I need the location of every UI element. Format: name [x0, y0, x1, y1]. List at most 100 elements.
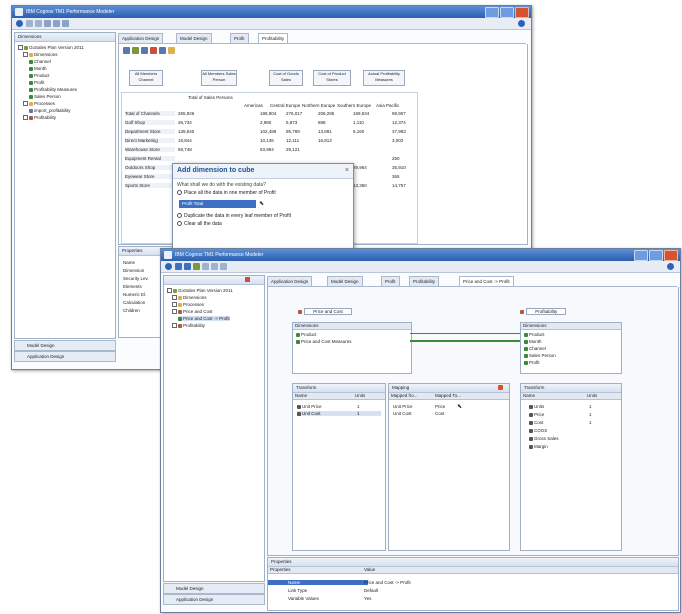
grid-row-label[interactable]: Direct Marketing [125, 138, 175, 143]
prop-row-name[interactable]: Name [123, 260, 135, 265]
prop-row-security[interactable]: Security Lev. [123, 276, 149, 281]
target-dim-profit[interactable]: Profit [524, 360, 540, 365]
grid-cell[interactable]: 1,110 [353, 120, 364, 125]
grid-cell[interactable]: 250 [392, 156, 400, 161]
forward-icon[interactable] [35, 20, 42, 27]
export-icon[interactable] [168, 47, 175, 54]
tree-item-processes[interactable]: Processes [23, 101, 55, 107]
tree-item-month[interactable]: Month [29, 66, 47, 71]
tree-item-processes[interactable]: Processes [172, 302, 204, 308]
front-bottom-tab-model-design[interactable]: Model Design [163, 583, 265, 594]
delete-mapping-icon[interactable] [498, 385, 503, 390]
grid-cell[interactable]: 95,789 [286, 129, 300, 134]
minimize-button[interactable] [634, 250, 648, 261]
tree-item-root[interactable]: GoSales Plan Version 2011 [18, 45, 84, 51]
grid-cell[interactable]: 29,121 [286, 147, 300, 152]
source-row-unit-cost[interactable]: Unit Cost 1 [297, 411, 381, 416]
home-icon[interactable] [165, 263, 172, 270]
grid-row-label[interactable]: Equipment Rental [125, 156, 175, 161]
prop-row-calculation[interactable]: Calculation [123, 300, 145, 305]
grid-row-label[interactable]: Eyewear Store [125, 174, 175, 179]
grid-cell[interactable]: 102,489 [260, 129, 276, 134]
grid-cell[interactable]: 888 [318, 120, 326, 125]
grid-cell[interactable]: 276,017 [286, 111, 302, 116]
member-select[interactable]: Profit Total ⬉ [179, 200, 264, 208]
format-icon[interactable] [123, 47, 130, 54]
tree-item-import-profitability[interactable]: import_profitability [29, 108, 71, 113]
tree-item-link[interactable]: Price and Cost -> Profit [178, 316, 230, 321]
grid-cell[interactable]: 16,813 [318, 138, 332, 143]
tree-item-product[interactable]: Product [29, 73, 50, 78]
front-prop-row-variable[interactable]: Variable Values Yes [288, 596, 371, 601]
dim-button-cost-goods[interactable]: Cost of Goods Sales [269, 70, 303, 86]
save-all-icon[interactable] [184, 263, 191, 270]
tree-item-profitability-measures[interactable]: Profitability Measures [29, 87, 77, 92]
grid-cell[interactable]: 35,910 [392, 165, 406, 170]
back-bottom-tab-application-design[interactable]: Application Design [14, 351, 116, 362]
tree-item-sales-person[interactable]: Sales Person [29, 94, 61, 99]
settings-icon[interactable] [62, 20, 69, 27]
calc-icon[interactable] [141, 47, 148, 54]
grid-cell[interactable]: 98,907 [392, 111, 406, 116]
grid-cell[interactable]: 208,285 [318, 111, 334, 116]
target-transform-row[interactable]: Units 1 [529, 404, 592, 409]
grid-cell[interactable]: 169,534 [353, 111, 369, 116]
grid-row-label[interactable]: Warehouse Store [125, 147, 175, 152]
grid-cell[interactable]: 12,111 [286, 138, 299, 143]
tree-item-channel[interactable]: Channel [29, 59, 51, 64]
grid-cell[interactable]: 13,360 [353, 183, 367, 188]
tree-item-profitability-cube[interactable]: Profitability [23, 115, 56, 121]
filter-icon[interactable] [132, 47, 139, 54]
grid-cell[interactable]: 29,964 [353, 165, 367, 170]
grid-cell[interactable]: 6,160 [353, 129, 364, 134]
refresh-icon[interactable] [193, 263, 200, 270]
tab-profitability[interactable]: Profitability [258, 33, 289, 43]
target-dim-sales-person[interactable]: Sales Person [524, 353, 556, 358]
dim-button-profitability-measures[interactable]: Actual Profitability Measures [363, 70, 405, 86]
grid-cell[interactable]: 265,926 [178, 111, 194, 116]
grid-cell[interactable]: 365 [392, 174, 400, 179]
forward-icon[interactable] [211, 263, 218, 270]
help-icon[interactable] [667, 263, 674, 270]
grid-cell[interactable]: 10,136 [260, 138, 274, 143]
settings-icon[interactable] [220, 263, 227, 270]
grid-row-label[interactable]: Sports Store [125, 183, 175, 188]
prop-row-numeric[interactable]: Numeric El. [123, 292, 146, 297]
grid-row-label[interactable]: Golf Shop [125, 120, 175, 125]
grid-cell[interactable]: 139,640 [178, 129, 194, 134]
tab-link[interactable]: Price and Cost -> Profit [459, 276, 514, 286]
target-dim-product[interactable]: Product [524, 332, 545, 337]
option-clear-data[interactable]: Clear all the data [177, 221, 222, 227]
mapping-row-2[interactable]: Unit Cost Cost [393, 411, 444, 416]
tab-profitability[interactable]: Profitability [409, 276, 440, 286]
grid-cell[interactable]: 16,844 [178, 138, 192, 143]
front-prop-row-link-type[interactable]: Link Type Default [288, 588, 378, 593]
target-transform-row[interactable]: Gross Sales [529, 436, 559, 441]
tab-profit[interactable]: Profit [230, 33, 249, 43]
grid-row-label[interactable]: Total of Channels [125, 111, 175, 116]
back-icon[interactable] [26, 20, 33, 27]
tree-item-profitability[interactable]: Profitability [172, 323, 205, 329]
grid-cell[interactable]: 3,002 [392, 138, 403, 143]
grid-cell[interactable]: 2,980 [260, 120, 271, 125]
tree-item-dimensions[interactable]: Dimensions [172, 295, 207, 301]
source-dim-product[interactable]: Product [296, 332, 317, 337]
tab-application-design[interactable]: Application Design [118, 33, 164, 43]
prop-row-children[interactable]: Children [123, 308, 140, 313]
grid-cell[interactable]: 26,734 [178, 120, 192, 125]
dim-button-channel[interactable]: All Members Channel [129, 70, 163, 86]
target-transform-row[interactable]: Margin [529, 444, 548, 449]
chart-icon[interactable] [150, 47, 157, 54]
grid-cell[interactable]: 13,891 [318, 129, 332, 134]
tree-item-profit[interactable]: Profit [29, 80, 45, 85]
collapse-icon[interactable] [245, 277, 250, 282]
tree-item-price-and-cost[interactable]: Price and Cost [172, 309, 213, 315]
grid-cell[interactable]: 37,983 [392, 129, 406, 134]
grid-cell[interactable]: 58,748 [178, 147, 192, 152]
dialog-close-icon[interactable]: × [345, 167, 349, 174]
help-icon[interactable] [518, 20, 525, 27]
tab-profit[interactable]: Profit [381, 276, 400, 286]
prop-row-dimension[interactable]: Dimension [123, 268, 144, 273]
save-icon[interactable] [175, 263, 182, 270]
save-icon[interactable] [44, 20, 51, 27]
